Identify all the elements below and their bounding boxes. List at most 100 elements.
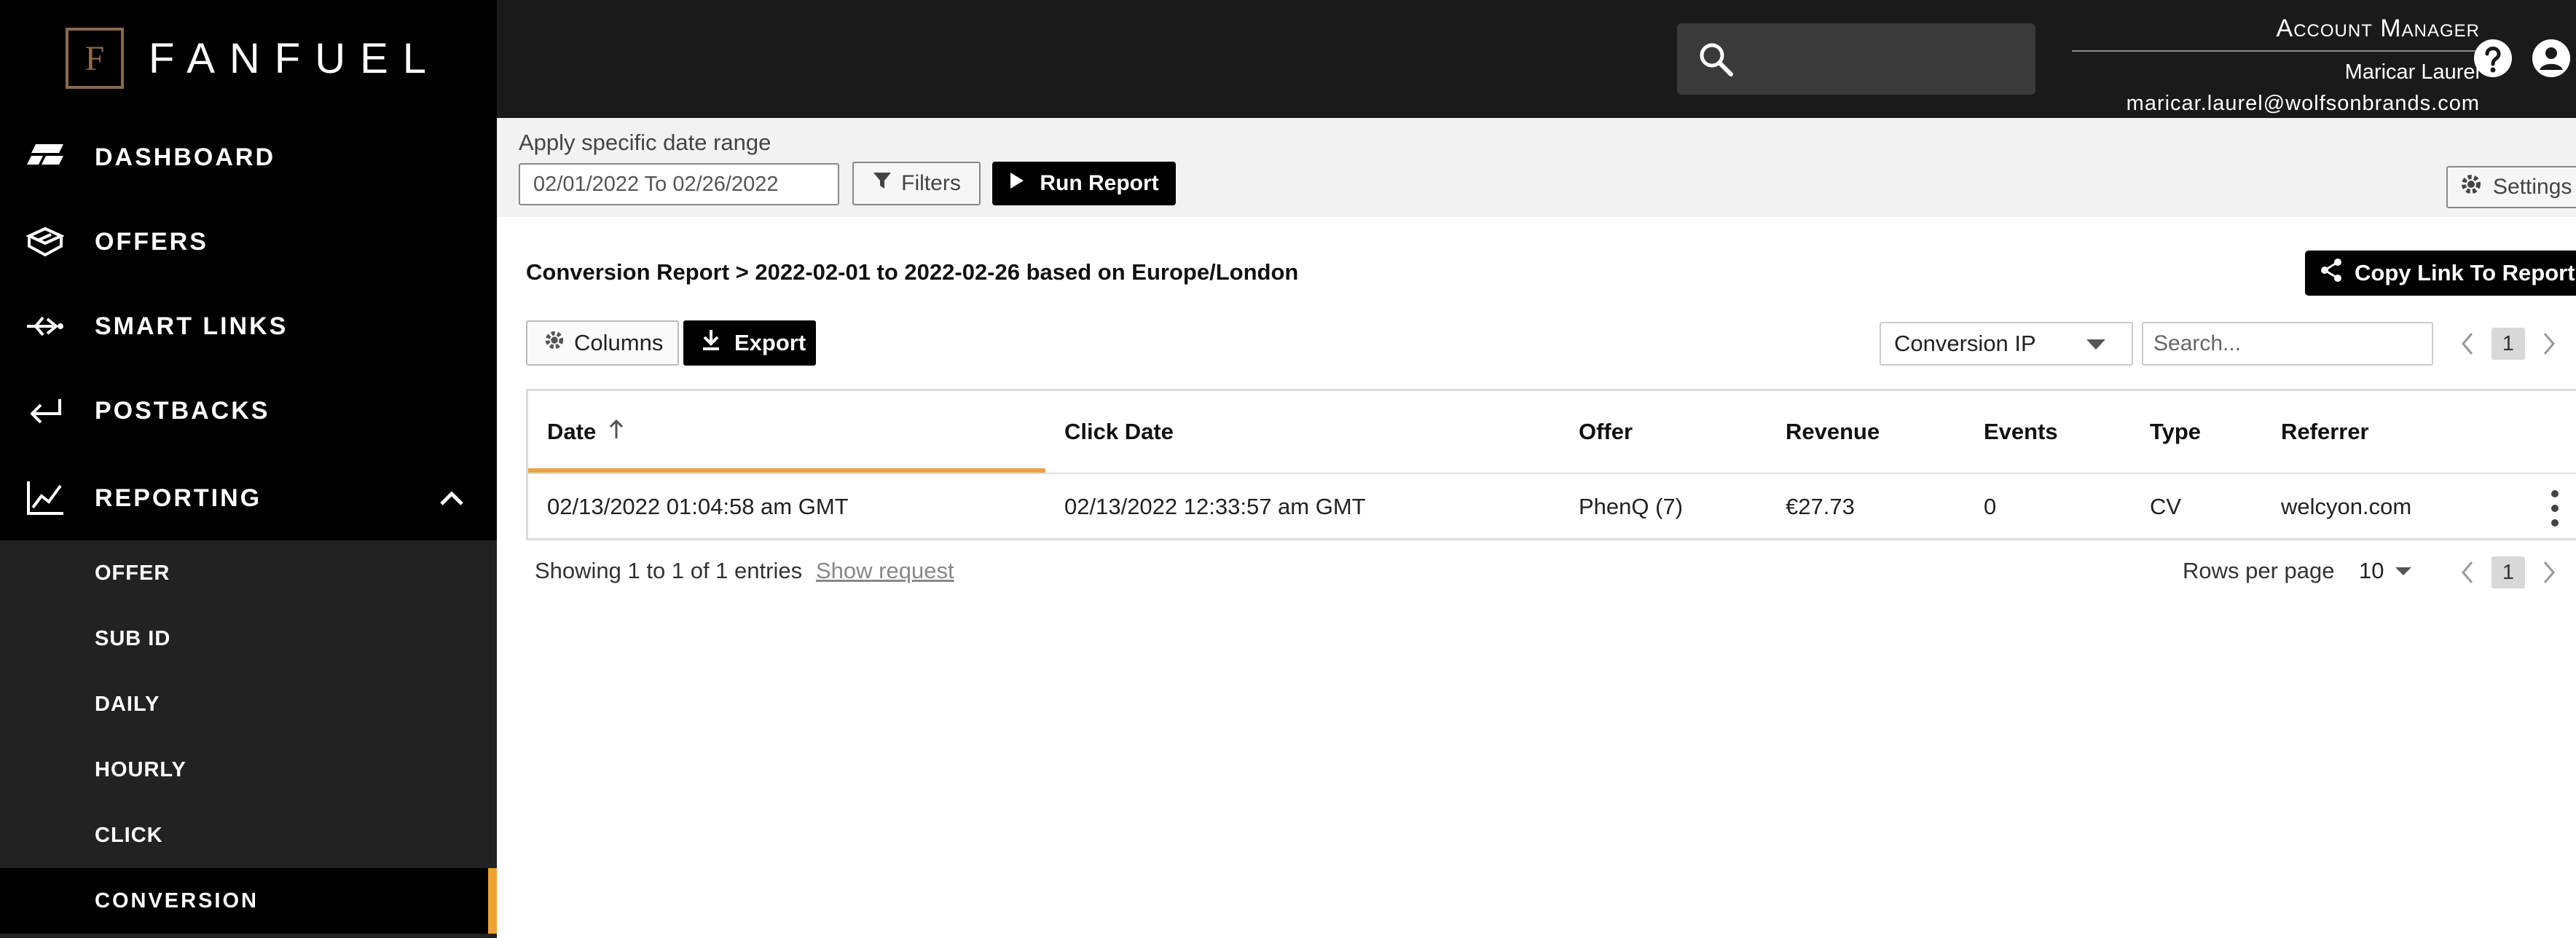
chevron-right-icon[interactable] — [2538, 558, 2560, 587]
account-email: maricar.laurel@wolfsonbrands.com — [2126, 92, 2480, 115]
share-icon — [2320, 258, 2343, 288]
settings-label: Settings — [2493, 175, 2572, 199]
postbacks-arrow-icon — [23, 389, 67, 433]
sidebar-subitem-label: CLICK — [95, 823, 163, 847]
rows-per-page-value: 10 — [2359, 558, 2384, 583]
cell-date: 02/13/2022 01:04:58 am GMT — [547, 473, 849, 540]
rows-per-page-select[interactable]: 10 — [2359, 555, 2424, 587]
sidebar-subitem-label: OFFER — [95, 561, 170, 585]
group-by-value: Conversion IP — [1894, 331, 2036, 356]
group-by-select[interactable]: Conversion IP — [1880, 322, 2133, 366]
column-header-offer[interactable]: Offer — [1579, 391, 1633, 473]
sidebar-item-label: OFFERS — [95, 227, 208, 256]
copy-link-label: Copy Link To Report — [2355, 260, 2575, 285]
logo-text: FANFUEL — [149, 34, 441, 82]
filter-bar: Apply specific date range 02/01/2022 To … — [497, 118, 2576, 217]
download-icon — [701, 328, 721, 358]
show-request-link[interactable]: Show request — [816, 558, 954, 584]
sidebar-item-offers[interactable]: OFFERS — [0, 205, 497, 278]
date-range-label: Apply specific date range — [519, 130, 771, 155]
date-range-input[interactable]: 02/01/2022 To 02/26/2022 — [519, 163, 839, 205]
global-search-input[interactable] — [1677, 23, 2035, 95]
cell-type: CV — [2150, 473, 2182, 540]
filters-button[interactable]: Filters — [852, 162, 981, 205]
cell-events: 0 — [1984, 473, 1997, 540]
cell-revenue: €27.73 — [1786, 473, 1855, 540]
dashboard-icon — [23, 135, 67, 179]
sidebar-subitem-hourly[interactable]: HOURLY — [0, 737, 497, 803]
caret-down-icon — [2086, 339, 2105, 350]
sidebar-subitem-conversion[interactable]: CONVERSION — [0, 868, 497, 934]
sidebar-item-dashboard[interactable]: DASHBOARD — [0, 121, 497, 194]
copy-link-button[interactable]: Copy Link To Report — [2305, 251, 2576, 296]
column-header-revenue[interactable]: Revenue — [1786, 391, 1880, 473]
reporting-chart-icon — [23, 476, 67, 520]
run-report-button[interactable]: Run Report — [992, 162, 1176, 205]
sidebar-item-reporting[interactable]: REPORTING — [0, 462, 497, 535]
top-header: Account Manager Maricar Laurel maricar.l… — [497, 0, 2576, 118]
sidebar-item-label: REPORTING — [95, 484, 262, 512]
gear-icon — [2459, 173, 2483, 202]
conversion-table: Date Click Date Offer Revenue Events Typ… — [526, 389, 2576, 540]
columns-label: Columns — [574, 330, 664, 355]
chevron-up-icon[interactable] — [439, 484, 465, 516]
play-icon — [1009, 171, 1025, 196]
sidebar-item-label: POSTBACKS — [95, 396, 270, 425]
page-number[interactable]: 1 — [2491, 556, 2525, 588]
page-number[interactable]: 1 — [2491, 328, 2525, 360]
sidebar-item-label: DASHBOARD — [95, 143, 275, 171]
cell-offer: PhenQ (7) — [1579, 473, 1684, 540]
search-icon — [1697, 41, 1735, 82]
settings-button[interactable]: Settings — [2446, 166, 2576, 208]
account-name: Maricar Laurel — [2344, 60, 2480, 84]
filters-button-label: Filters — [901, 171, 961, 195]
account-info: Account Manager Maricar Laurel maricar.l… — [2072, 15, 2480, 116]
cell-referrer: welcyon.com — [2281, 473, 2412, 540]
arrow-up-icon — [608, 418, 625, 446]
reporting-submenu: OFFER SUB ID DAILY HOURLY CLICK CONVERSI… — [0, 540, 497, 938]
columns-button[interactable]: Columns — [526, 320, 679, 366]
offers-box-icon — [23, 220, 67, 264]
active-indicator — [488, 868, 497, 934]
smart-links-icon — [23, 304, 67, 348]
column-header-referrer[interactable]: Referrer — [2281, 391, 2369, 473]
cell-click-date: 02/13/2022 12:33:57 am GMT — [1064, 473, 1366, 540]
rows-per-page-label: Rows per page — [2183, 558, 2335, 583]
sidebar-subitem-label: SUB ID — [95, 626, 171, 650]
pagination-top: 1 — [2457, 328, 2560, 360]
export-button[interactable]: Export — [683, 320, 816, 366]
column-header-date[interactable]: Date — [547, 391, 1042, 473]
account-title: Account Manager — [2072, 15, 2480, 52]
chevron-left-icon[interactable] — [2457, 558, 2478, 587]
column-header-type[interactable]: Type — [2150, 391, 2201, 473]
sidebar: F FANFUEL DASHBOARD OFFERS SMART LINKS P… — [0, 0, 497, 938]
column-header-events[interactable]: Events — [1984, 391, 2058, 473]
help-icon[interactable] — [2473, 38, 2513, 82]
fanfuel-logo[interactable]: F FANFUEL — [66, 26, 441, 90]
chevron-left-icon[interactable] — [2457, 329, 2478, 358]
sidebar-subitem-offer[interactable]: OFFER — [0, 540, 497, 606]
chevron-right-icon[interactable] — [2538, 329, 2560, 358]
gear-icon — [543, 329, 565, 357]
pagination-bottom: 1 — [2457, 556, 2560, 588]
run-report-label: Run Report — [1040, 171, 1159, 195]
column-header-click-date[interactable]: Click Date — [1064, 391, 1174, 473]
report-title: Conversion Report > 2022-02-01 to 2022-0… — [526, 259, 1299, 285]
sidebar-subitem-sub-id[interactable]: SUB ID — [0, 606, 497, 671]
user-account-icon[interactable] — [2531, 38, 2572, 82]
sidebar-subitem-label: CONVERSION — [95, 888, 259, 913]
caret-down-icon — [2395, 567, 2412, 575]
row-more-options-icon[interactable] — [2540, 490, 2569, 527]
sidebar-subitem-label: DAILY — [95, 692, 160, 716]
sidebar-item-postbacks[interactable]: POSTBACKS — [0, 374, 497, 447]
export-label: Export — [734, 330, 806, 355]
logo-mark: F — [66, 28, 124, 89]
sidebar-item-label: SMART LINKS — [95, 312, 288, 340]
column-header-label: Date — [547, 419, 597, 444]
sidebar-subitem-label: HOURLY — [95, 757, 186, 781]
table-search-input[interactable] — [2142, 322, 2433, 366]
sidebar-subitem-click[interactable]: CLICK — [0, 803, 497, 868]
sidebar-subitem-daily[interactable]: DAILY — [0, 671, 497, 737]
filter-funnel-icon — [872, 170, 892, 197]
sidebar-item-smart-links[interactable]: SMART LINKS — [0, 290, 497, 363]
